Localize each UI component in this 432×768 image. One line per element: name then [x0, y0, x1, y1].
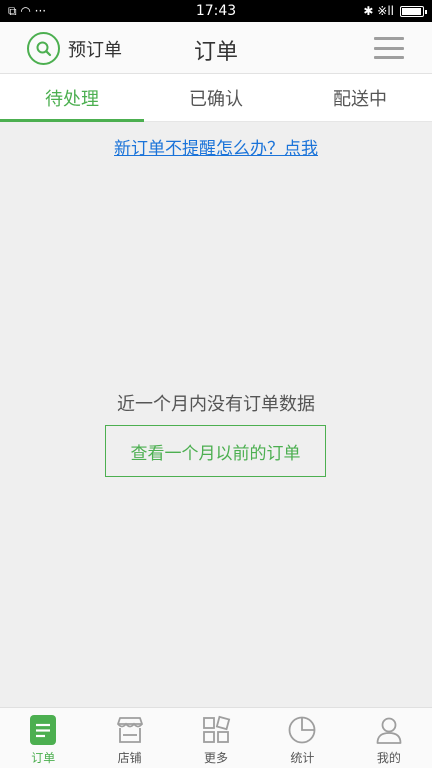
status-time: 17:43 — [195, 3, 237, 19]
battery-icon — [400, 5, 427, 17]
status-right-icons: ✱ ※ll — [363, 4, 427, 18]
page-title: 订单 — [193, 40, 238, 65]
status-left-icons: ⧉ ◠ ··· — [8, 5, 46, 17]
bluetooth-signal-icons: ✱ ※ll — [363, 4, 394, 18]
nav-item-more[interactable]: 更多 — [173, 708, 259, 768]
nav-label-store: 店铺 — [117, 751, 142, 765]
status-notification-icons: ⧉ ◠ ··· — [8, 4, 47, 18]
bottom-nav: 订单 店铺 更多 统计 我的 — [0, 707, 432, 768]
menu-line — [374, 46, 404, 50]
nav-item-orders[interactable]: 订单 — [0, 708, 86, 768]
order-status-tabs: 待处理 已确认 配送中 — [0, 74, 432, 122]
menu-line — [374, 37, 404, 40]
pie-chart-icon — [286, 714, 318, 746]
hamburger-menu-icon[interactable] — [374, 37, 404, 59]
nav-item-profile[interactable]: 我的 — [346, 708, 432, 768]
nav-item-store[interactable]: 店铺 — [86, 708, 172, 768]
store-icon — [114, 714, 146, 746]
user-icon — [373, 714, 405, 746]
battery-fill — [402, 7, 421, 15]
empty-state-message: 近一个月内没有订单数据 — [117, 394, 315, 415]
more-grid-icon — [200, 714, 232, 746]
nav-label-stats: 统计 — [290, 751, 315, 765]
view-older-orders-button[interactable]: 查看一个月以前的订单 — [105, 425, 326, 477]
tab-delivering[interactable]: 配送中 — [288, 74, 432, 121]
notification-help-link[interactable]: 新订单不提醒怎么办？点我 — [0, 134, 432, 159]
nav-label-orders: 订单 — [31, 751, 56, 765]
status-bar: ⧉ ◠ ··· 17:43 ✱ ※ll — [0, 0, 432, 22]
app-header: 预订单 订单 — [0, 22, 432, 74]
order-icon — [27, 714, 59, 746]
nav-label-more: 更多 — [204, 751, 229, 765]
nav-item-stats[interactable]: 统计 — [259, 708, 345, 768]
nav-label-profile: 我的 — [376, 751, 401, 765]
menu-line — [374, 56, 404, 59]
tab-confirmed[interactable]: 已确认 — [144, 74, 288, 121]
tab-pending[interactable]: 待处理 — [0, 74, 144, 122]
